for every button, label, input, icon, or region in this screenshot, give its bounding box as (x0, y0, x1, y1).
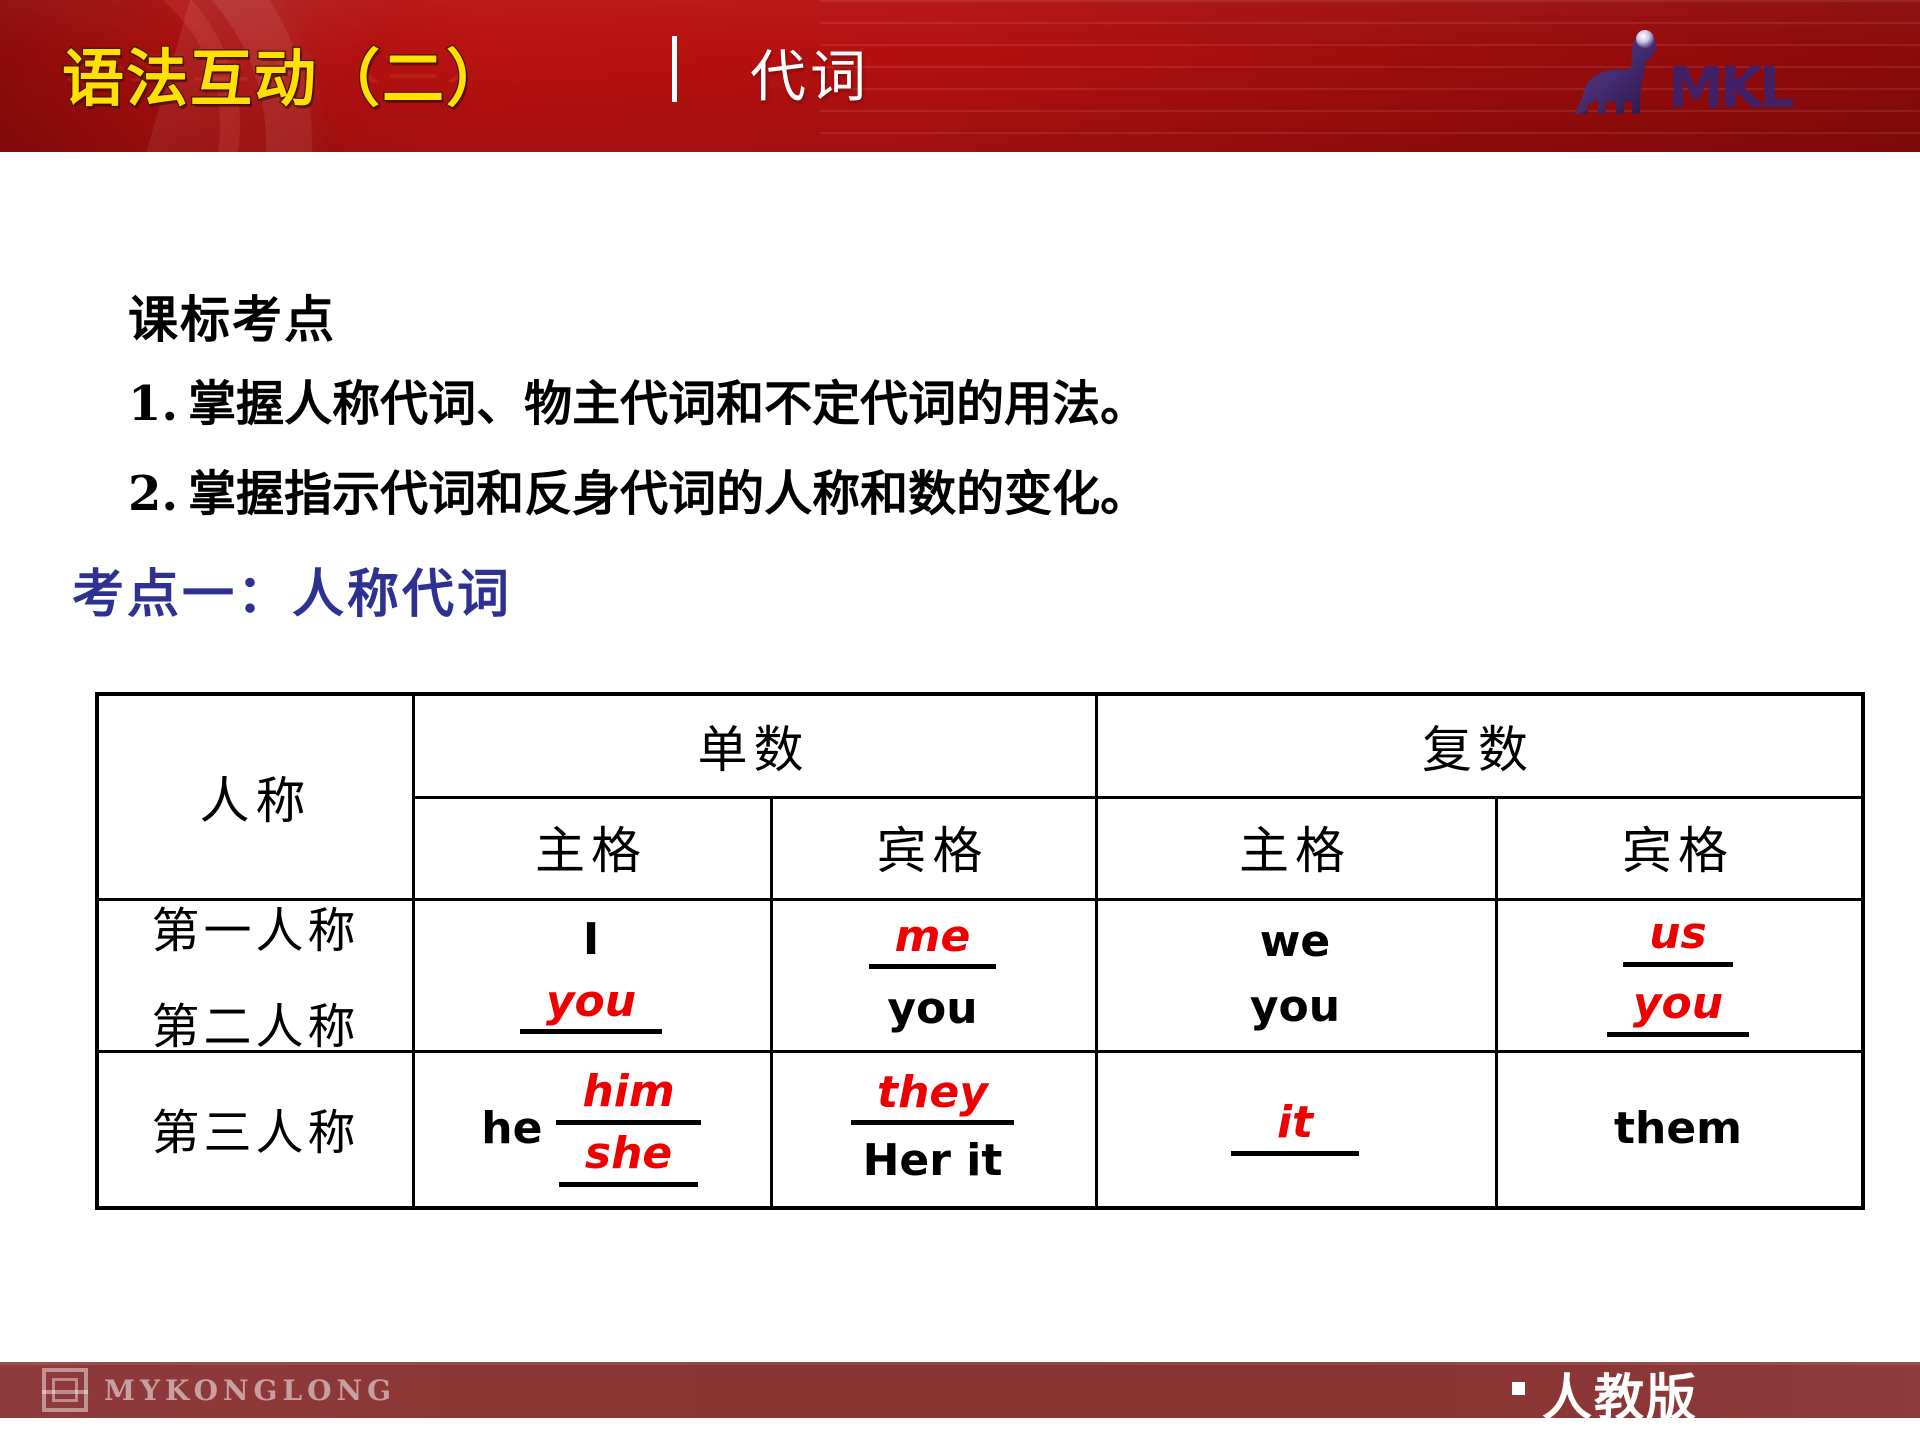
pronoun-you-sg-obj: you (887, 983, 978, 1035)
table-case-header-pl-object-label: 宾格 (1622, 822, 1734, 880)
title-separator (672, 36, 677, 102)
slide-subtitle: 代词 (750, 45, 870, 110)
pronoun-him-she-stack: him she (556, 1069, 701, 1187)
mkl-logo: MKL (1572, 22, 1892, 134)
table-group-header-singular: 单数 (412, 696, 1095, 796)
table-cell-pl-object-row1: us you (1495, 898, 1861, 1050)
table-corner-person: 人称 (99, 696, 412, 898)
footer-brand: MYKONGLONG (104, 1374, 397, 1407)
standards-item-1-number: 1. (128, 376, 179, 432)
pronoun-you-pl-obj: you (1606, 980, 1750, 1037)
table-group-header-singular-label: 单数 (697, 721, 810, 779)
table-group-header-plural-label: 复数 (1422, 721, 1534, 779)
table-row-1-person-label-first: 第一人称 (151, 903, 360, 959)
table-cell-pl-subject-row2: it (1095, 1050, 1495, 1206)
table-cell-sg-subject-row1: I you (412, 898, 770, 1050)
slide-body: 课标考点 1. 掌握人称代词、物主代词和不定代词的用法。 2. 掌握指示代词和反身代… (0, 152, 1920, 1360)
table-case-header-sg-object-label: 宾格 (876, 822, 989, 880)
pronoun-i: I (582, 913, 600, 965)
mkl-wordmark: MKL (1668, 56, 1795, 121)
pronoun-him: him (556, 1069, 701, 1125)
pronoun-me: me (868, 913, 997, 970)
standards-item-1-text: 掌握人称代词、物主代词和不定代词的用法。 (188, 376, 1149, 432)
standards-item-2-text: 掌握指示代词和反身代词的人称和数的变化。 (188, 466, 1149, 522)
pronoun-it: it (1230, 1100, 1360, 1156)
standards-item-2: 2. 掌握指示代词和反身代词的人称和数的变化。 (128, 454, 1148, 524)
table-case-header-pl-object: 宾格 (1495, 796, 1861, 898)
table-case-header-pl-subject: 主格 (1095, 796, 1495, 898)
pronoun-they: they (851, 1069, 1014, 1126)
table-row-2-person-labels: 第三人称 (99, 1050, 412, 1206)
pronoun-he: he (481, 1102, 543, 1154)
focus-point-heading: 考点一：人称代词 (72, 564, 513, 625)
table-row-2-person-label-third: 第三人称 (151, 1105, 360, 1161)
standards-item-2-number: 2. (128, 466, 179, 522)
table-row-1-person-label-second: 第二人称 (151, 999, 360, 1055)
table-cell-pl-subject-row1: we you (1095, 898, 1495, 1050)
table-cell-pl-object-row2: them (1495, 1050, 1861, 1206)
table-group-header-plural: 复数 (1095, 696, 1861, 796)
table-cell-sg-subject-row2: he him she (412, 1050, 770, 1206)
pronoun-you-sg-sub: you (519, 978, 663, 1035)
table-case-header-sg-subject-label: 主格 (535, 822, 647, 880)
footer-edition: 人教版 (1542, 1369, 1698, 1418)
table-cell-sg-object-row2: they Her it (770, 1050, 1095, 1206)
pronoun-you-pl-sub: you (1249, 981, 1341, 1032)
pronoun-table: 人称 单数 复数 主格 宾格 主格 宾格 第一人称 第二人称 I you me … (95, 692, 1865, 1210)
footer-bullet-icon (1512, 1382, 1525, 1395)
mykonglong-mark-icon (42, 1368, 88, 1412)
slide-header: 语法互动（二） 语法互动（二） 代词 MKL (0, 0, 1920, 152)
standards-heading: 课标考点 (128, 291, 336, 349)
pronoun-we: we (1259, 916, 1331, 967)
pronoun-she: she (558, 1130, 699, 1187)
pronoun-us: us (1623, 911, 1733, 967)
dinosaur-icon (1574, 30, 1656, 114)
pronoun-her-it: Her it (862, 1135, 1003, 1187)
table-row-1-person-labels: 第一人称 第二人称 (99, 898, 412, 1055)
standards-item-1: 1. 掌握人称代词、物主代词和不定代词的用法。 (128, 364, 1148, 434)
slide-title: 语法互动（二） (61, 41, 511, 117)
table-case-header-sg-subject: 主格 (412, 796, 770, 898)
slide-footer: MYKONGLONG 人教版 (0, 1362, 1920, 1418)
table-case-header-pl-subject-label: 主格 (1239, 822, 1351, 880)
table-case-header-sg-object: 宾格 (770, 796, 1095, 898)
table-cell-sg-object-row1: me you (770, 898, 1095, 1050)
table-corner-label: 人称 (199, 772, 312, 830)
pronoun-them: them (1613, 1102, 1743, 1154)
